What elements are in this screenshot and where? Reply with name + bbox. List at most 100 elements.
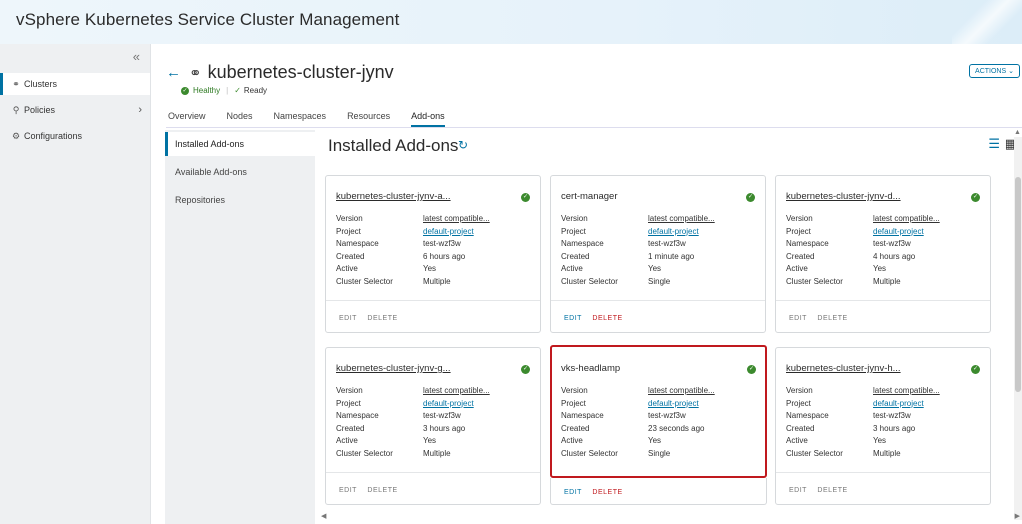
project-link[interactable]: default-project bbox=[873, 226, 924, 239]
subnav-installed-addons[interactable]: Installed Add-ons bbox=[165, 132, 315, 156]
tab-resources[interactable]: Resources bbox=[347, 111, 390, 127]
prop-label: Active bbox=[336, 264, 358, 273]
tab-namespaces[interactable]: Namespaces bbox=[274, 111, 327, 127]
project-link[interactable]: default-project bbox=[423, 226, 474, 239]
refresh-icon[interactable]: ↻ bbox=[458, 138, 468, 152]
created-value: 4 hours ago bbox=[873, 251, 916, 261]
namespace-value: test-wzf3w bbox=[648, 411, 686, 420]
prop-label: Version bbox=[336, 386, 363, 395]
back-arrow-icon[interactable]: ← bbox=[166, 64, 181, 81]
list-view-icon[interactable]: ☰ bbox=[988, 136, 1000, 152]
addon-name[interactable]: cert-manager bbox=[561, 191, 618, 202]
app-title: vSphere Kubernetes Service Cluster Manag… bbox=[16, 10, 400, 29]
prop-label: Namespace bbox=[786, 411, 829, 420]
version-link[interactable]: latest compatible... bbox=[423, 213, 490, 226]
double-chevron-left-icon[interactable]: « bbox=[133, 49, 140, 64]
actions-button[interactable]: ACTIONS ⌄ bbox=[969, 64, 1020, 78]
edit-button[interactable]: EDIT bbox=[789, 487, 807, 494]
created-value: 3 hours ago bbox=[423, 423, 466, 433]
prop-label: Namespace bbox=[336, 411, 379, 420]
clusters-icon: ⚭ bbox=[12, 78, 20, 89]
project-link[interactable]: default-project bbox=[648, 398, 699, 411]
version-link[interactable]: latest compatible... bbox=[873, 385, 940, 398]
tab-add-ons[interactable]: Add-ons bbox=[411, 111, 445, 127]
selector-value: Multiple bbox=[873, 276, 901, 286]
check-icon: ✓ bbox=[234, 86, 241, 95]
scroll-left-icon[interactable]: ◀ bbox=[321, 512, 326, 520]
project-link[interactable]: default-project bbox=[873, 398, 924, 411]
addon-properties: Version latest compatible... Project defau… bbox=[336, 213, 490, 288]
prop-label: Version bbox=[561, 214, 588, 223]
prop-label: Active bbox=[336, 436, 358, 445]
project-link[interactable]: default-project bbox=[423, 398, 474, 411]
addon-name-link[interactable]: kubernetes-cluster-jynv-g... bbox=[336, 363, 451, 374]
sidebar-item-policies[interactable]: ⚲ Policies › bbox=[0, 99, 150, 121]
status-divider: | bbox=[226, 86, 229, 95]
addon-name[interactable]: vks-headlamp bbox=[561, 363, 620, 374]
selector-value: Single bbox=[648, 448, 671, 458]
subnav-repositories[interactable]: Repositories bbox=[165, 188, 315, 212]
prop-label: Created bbox=[786, 423, 815, 433]
prop-label: Cluster Selector bbox=[561, 276, 618, 286]
edit-button[interactable]: EDIT bbox=[564, 489, 582, 496]
card-actions: EDIT DELETE bbox=[564, 315, 631, 322]
prop-label: Project bbox=[561, 226, 586, 236]
scroll-up-icon[interactable]: ▲ bbox=[1014, 129, 1021, 136]
version-link[interactable]: latest compatible... bbox=[873, 213, 940, 226]
success-check-icon: ✓ bbox=[747, 365, 756, 374]
sidebar-item-clusters[interactable]: ⚭ Clusters bbox=[0, 73, 150, 95]
ready-label: Ready bbox=[243, 86, 268, 95]
scroll-right-icon[interactable]: ▶ bbox=[1015, 512, 1020, 520]
chevron-right-icon: › bbox=[138, 104, 142, 116]
prop-label: Project bbox=[786, 398, 811, 408]
tab-bar: Overview Nodes Namespaces Resources Add-… bbox=[168, 111, 466, 127]
success-check-icon: ✓ bbox=[971, 365, 980, 374]
addon-card: kubernetes-cluster-jynv-g... ✓ Version la… bbox=[325, 347, 541, 505]
success-check-icon: ✓ bbox=[521, 365, 530, 374]
delete-button[interactable]: DELETE bbox=[817, 487, 847, 494]
version-link[interactable]: latest compatible... bbox=[648, 213, 715, 226]
selector-value: Multiple bbox=[873, 448, 901, 458]
section-title: Installed Add-ons bbox=[328, 136, 459, 155]
edit-button[interactable]: EDIT bbox=[789, 315, 807, 322]
prop-label: Version bbox=[786, 386, 813, 395]
health-label: Healthy bbox=[193, 86, 221, 95]
addon-properties: Version latest compatible... Project defau… bbox=[561, 385, 715, 460]
prop-label: Project bbox=[336, 226, 361, 236]
main-area: ← ⚭ kubernetes-cluster-jynv ✓ Healthy | … bbox=[151, 44, 1022, 524]
delete-button[interactable]: DELETE bbox=[592, 315, 622, 322]
delete-button[interactable]: DELETE bbox=[367, 315, 397, 322]
project-link[interactable]: default-project bbox=[648, 226, 699, 239]
created-value: 3 hours ago bbox=[873, 423, 916, 433]
selector-value: Multiple bbox=[423, 276, 451, 286]
version-link[interactable]: latest compatible... bbox=[648, 385, 715, 398]
cluster-header: ← ⚭ kubernetes-cluster-jynv bbox=[166, 62, 394, 83]
vertical-scrollbar[interactable]: ▲ ▼ bbox=[1014, 129, 1022, 524]
addon-card: kubernetes-cluster-jynv-a... ✓ Version la… bbox=[325, 175, 541, 333]
delete-button[interactable]: DELETE bbox=[592, 489, 622, 496]
subnav-available-addons[interactable]: Available Add-ons bbox=[165, 160, 315, 184]
delete-button[interactable]: DELETE bbox=[817, 315, 847, 322]
created-value: 1 minute ago bbox=[648, 251, 695, 261]
prop-label: Cluster Selector bbox=[336, 448, 393, 458]
edit-button[interactable]: EDIT bbox=[339, 315, 357, 322]
sidebar: « ⚭ Clusters ⚲ Policies › ⚙ Configuratio… bbox=[0, 44, 151, 524]
selector-value: Multiple bbox=[423, 448, 451, 458]
card-divider bbox=[326, 472, 540, 473]
addon-name-link[interactable]: kubernetes-cluster-jynv-d... bbox=[786, 191, 901, 202]
tab-overview[interactable]: Overview bbox=[168, 111, 206, 127]
card-actions: EDIT DELETE bbox=[339, 487, 406, 494]
active-value: Yes bbox=[423, 436, 437, 445]
healthy-icon: ✓ bbox=[181, 86, 189, 95]
edit-button[interactable]: EDIT bbox=[339, 487, 357, 494]
scrollbar-thumb[interactable] bbox=[1015, 177, 1021, 392]
delete-button[interactable]: DELETE bbox=[367, 487, 397, 494]
addon-name-link[interactable]: kubernetes-cluster-jynv-a... bbox=[336, 191, 451, 202]
version-link[interactable]: latest compatible... bbox=[423, 385, 490, 398]
addon-name-link[interactable]: kubernetes-cluster-jynv-h... bbox=[786, 363, 901, 374]
tab-nodes[interactable]: Nodes bbox=[227, 111, 253, 127]
sidebar-item-configurations[interactable]: ⚙ Configurations bbox=[0, 125, 150, 147]
edit-button[interactable]: EDIT bbox=[564, 315, 582, 322]
prop-label: Active bbox=[561, 264, 583, 273]
addon-properties: Version latest compatible... Project defau… bbox=[336, 385, 490, 460]
